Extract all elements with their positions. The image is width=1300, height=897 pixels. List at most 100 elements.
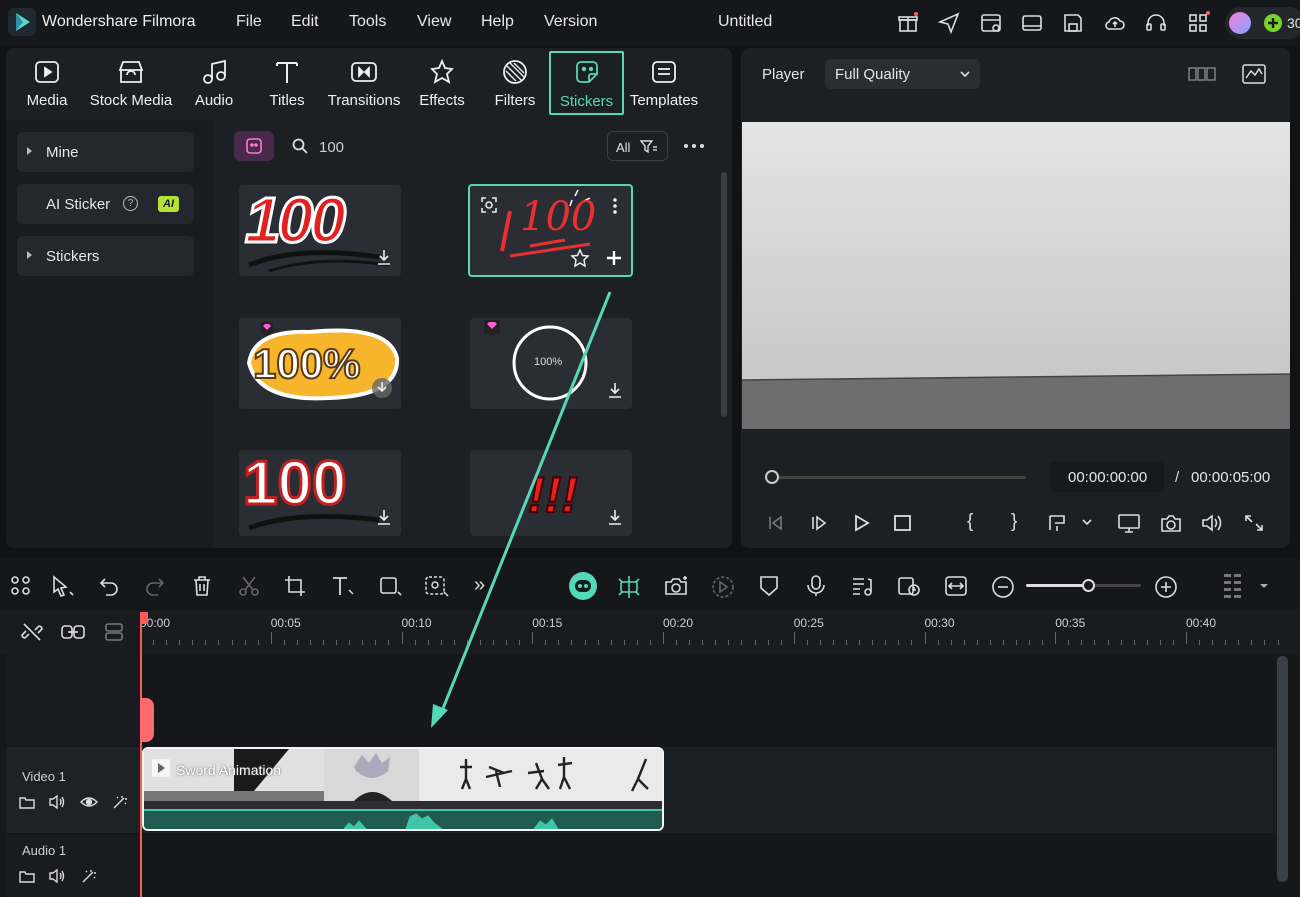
zoom-slider[interactable] <box>1026 579 1141 592</box>
layout-icon[interactable] <box>1020 11 1044 35</box>
crop-icon[interactable] <box>283 574 307 598</box>
unlink-icon[interactable] <box>20 621 44 643</box>
send-icon[interactable] <box>937 11 961 35</box>
empty-track-lane[interactable] <box>141 654 1276 746</box>
ai-copilot-icon[interactable] <box>569 572 597 600</box>
sticker-item[interactable]: 100% <box>470 318 632 409</box>
next-frame-icon[interactable] <box>810 513 832 533</box>
track-volume-icon[interactable] <box>48 794 66 810</box>
cloud-upload-icon[interactable] <box>1103 11 1127 35</box>
stop-icon[interactable] <box>892 513 914 533</box>
quality-select[interactable]: Full Quality <box>825 59 980 89</box>
sticker-item[interactable]: 100 <box>239 450 401 536</box>
more-options-icon[interactable] <box>682 138 706 154</box>
calendar-icon[interactable] <box>979 11 1003 35</box>
undo-icon[interactable] <box>97 574 121 598</box>
scopes-icon[interactable] <box>1241 63 1267 85</box>
menu-view[interactable]: View <box>417 13 451 31</box>
auto-highlight-icon[interactable] <box>663 574 689 598</box>
select-tool-icon[interactable] <box>50 574 76 598</box>
track-folder-icon[interactable] <box>18 868 36 884</box>
volume-icon[interactable] <box>1200 512 1224 534</box>
credits-plus-icon[interactable] <box>1264 14 1282 32</box>
tab-transitions[interactable]: Transitions <box>324 54 404 114</box>
scrubber-handle[interactable] <box>765 470 779 484</box>
tab-filters[interactable]: Filters <box>490 54 540 114</box>
text-tool-icon[interactable] <box>330 574 356 598</box>
timeline-settings-grid-icon[interactable] <box>1222 572 1244 602</box>
help-icon[interactable]: ? <box>123 196 138 211</box>
menu-version[interactable]: Version <box>544 13 597 31</box>
track-magic-icon[interactable] <box>80 868 98 884</box>
more-tools-icon[interactable]: » <box>474 574 485 597</box>
shape-rectangle-icon[interactable] <box>378 574 402 598</box>
multi-view-icon[interactable] <box>1187 63 1217 85</box>
mark-in-icon[interactable]: { <box>967 511 973 533</box>
video-preview[interactable] <box>742 122 1290 429</box>
track-folder-icon[interactable] <box>18 794 36 810</box>
video-clip[interactable]: Sword Animation <box>142 747 664 831</box>
timeline-vertical-scrollbar[interactable] <box>1277 656 1288 882</box>
timeline-ruler[interactable]: 00:00 00:05 00:10 00:15 00:20 00:25 00:30 00:35… <box>140 612 1290 652</box>
playhead-marker-handle[interactable] <box>140 698 154 742</box>
fullscreen-icon[interactable] <box>1243 513 1265 533</box>
track-manager-icon[interactable] <box>102 621 126 643</box>
tab-stock-media[interactable]: Stock Media <box>86 54 176 114</box>
sidebar-item-mine[interactable]: Mine <box>17 132 194 172</box>
headset-icon[interactable] <box>1144 11 1168 35</box>
audio-track-lane[interactable] <box>141 834 1276 897</box>
speed-ramp-icon[interactable] <box>896 574 922 598</box>
redo-icon[interactable] <box>143 574 167 598</box>
snap-magnet-icon[interactable] <box>616 574 642 600</box>
tab-titles[interactable]: Titles <box>262 54 312 114</box>
menu-file[interactable]: File <box>236 13 262 31</box>
sticker-item[interactable]: 100% <box>239 318 401 409</box>
preview-scrubber[interactable] <box>771 476 1026 479</box>
sticker-item[interactable]: 100 <box>239 185 401 276</box>
link-clips-icon[interactable] <box>60 621 86 643</box>
sticker-item-selected[interactable]: 100 <box>468 184 633 277</box>
render-preview-icon[interactable] <box>710 574 736 600</box>
search-input[interactable]: 100 <box>319 139 344 156</box>
track-magic-icon[interactable] <box>111 794 129 810</box>
audio-mixer-icon[interactable] <box>850 574 874 598</box>
prev-frame-icon[interactable] <box>766 513 788 533</box>
mark-out-icon[interactable]: } <box>1011 511 1017 533</box>
menu-help[interactable]: Help <box>481 13 514 31</box>
gift-icon[interactable] <box>896 11 920 35</box>
track-visibility-eye-icon[interactable] <box>80 794 98 810</box>
zoom-in-icon[interactable] <box>1153 574 1179 600</box>
track-volume-icon[interactable] <box>48 868 66 884</box>
avatar[interactable] <box>1229 12 1251 34</box>
tab-templates[interactable]: Templates <box>628 54 700 114</box>
insert-clip-icon[interactable] <box>1047 513 1069 533</box>
sticker-item[interactable]: !!! <box>470 450 632 536</box>
microphone-icon[interactable] <box>804 574 828 598</box>
sidebar-item-ai-sticker[interactable]: AI Sticker ? AI <box>17 184 194 224</box>
sticker-style-toggle[interactable] <box>234 131 274 161</box>
snapshot-camera-icon[interactable] <box>1159 512 1183 534</box>
account-pill[interactable]: 30 <box>1225 7 1300 39</box>
sticker-scrollbar[interactable] <box>721 172 727 417</box>
tab-media[interactable]: Media <box>18 54 76 114</box>
split-scissors-icon[interactable] <box>237 574 261 598</box>
tab-stickers[interactable]: Stickers <box>549 51 624 115</box>
sidebar-item-stickers[interactable]: Stickers <box>17 236 194 276</box>
menu-edit[interactable]: Edit <box>291 13 319 31</box>
filter-all-button[interactable]: All <box>607 131 668 161</box>
tab-effects[interactable]: Effects <box>414 54 470 114</box>
fit-timeline-icon[interactable] <box>943 574 969 598</box>
layout-grid-icon[interactable] <box>9 574 33 598</box>
menu-tools[interactable]: Tools <box>349 13 386 31</box>
playhead[interactable] <box>140 614 142 897</box>
apps-grid-icon[interactable] <box>1186 11 1210 35</box>
tab-audio[interactable]: Audio <box>188 54 240 114</box>
zoom-out-icon[interactable] <box>990 574 1016 600</box>
delete-icon[interactable] <box>190 574 214 598</box>
chevron-down-icon[interactable] <box>1258 581 1270 591</box>
marker-shield-icon[interactable] <box>757 574 781 598</box>
ai-tools-icon[interactable] <box>424 574 450 598</box>
playhead-top-handle[interactable] <box>140 612 148 624</box>
play-icon[interactable] <box>851 513 873 533</box>
save-icon[interactable] <box>1061 11 1085 35</box>
